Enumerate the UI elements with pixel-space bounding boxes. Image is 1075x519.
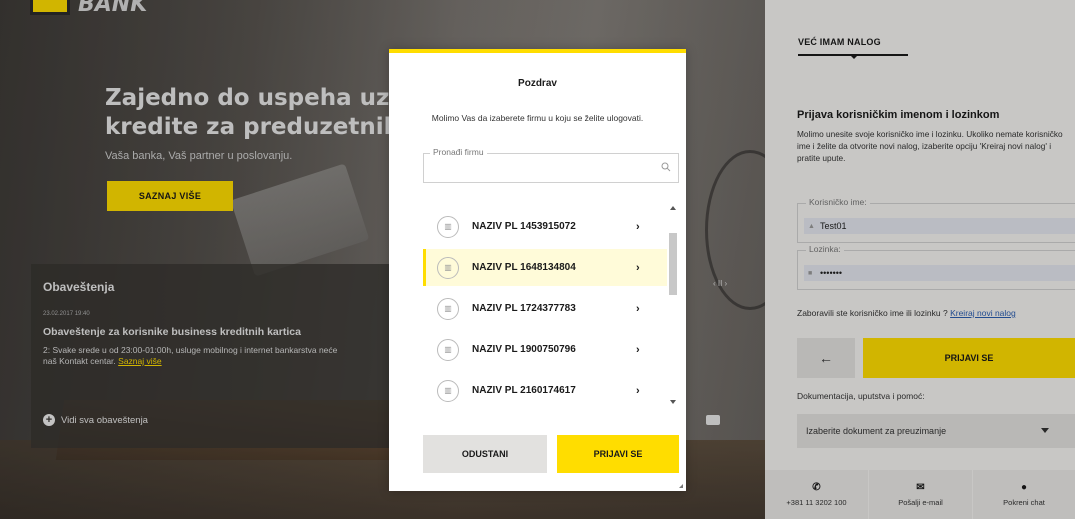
building-icon: ▥	[437, 215, 459, 238]
company-name: NAZIV PL 1724377783	[472, 303, 576, 314]
company-list: ▥ NAZIV PL 1453915072 › ▥ NAZIV PL 16481…	[423, 203, 667, 407]
company-item[interactable]: ▥ NAZIV PL 1724377783 ›	[423, 290, 667, 327]
company-item[interactable]: ▥ NAZIV PL 2160174617 ›	[423, 372, 667, 407]
chevron-right-icon: ›	[636, 261, 640, 274]
list-scrollbar[interactable]	[669, 203, 677, 407]
chevron-right-icon: ›	[636, 384, 640, 397]
company-select-dialog: Pozdrav Molimo Vas da izaberete firmu u …	[389, 49, 686, 491]
confirm-login-button[interactable]: PRIJAVI SE	[557, 435, 679, 473]
building-icon: ▥	[437, 379, 459, 402]
scroll-down-icon[interactable]	[670, 400, 676, 404]
company-name: NAZIV PL 2160174617	[472, 385, 576, 396]
chevron-right-icon: ›	[636, 343, 640, 356]
chevron-right-icon: ›	[636, 302, 640, 315]
company-name: NAZIV PL 1648134804	[472, 262, 576, 273]
cancel-button[interactable]: ODUSTANI	[423, 435, 547, 473]
company-name: NAZIV PL 1453915072	[472, 221, 576, 232]
search-icon	[661, 162, 671, 172]
building-icon: ▥	[437, 256, 459, 279]
company-search-input[interactable]: Pronađi firmu	[423, 147, 679, 183]
company-name: NAZIV PL 1900750796	[472, 344, 576, 355]
company-item-selected[interactable]: ▥ NAZIV PL 1648134804 ›	[423, 249, 667, 286]
resize-handle-icon[interactable]	[679, 484, 683, 488]
scroll-up-icon[interactable]	[670, 206, 676, 210]
building-icon: ▥	[437, 297, 459, 320]
chevron-right-icon: ›	[636, 220, 640, 233]
company-item[interactable]: ▥ NAZIV PL 1900750796 ›	[423, 331, 667, 368]
scroll-thumb[interactable]	[669, 233, 677, 295]
search-label: Pronađi firmu	[430, 147, 487, 157]
company-item[interactable]: ▥ NAZIV PL 1453915072 ›	[423, 208, 667, 245]
dialog-subtitle: Molimo Vas da izaberete firmu u koju se …	[431, 113, 644, 123]
building-icon: ▥	[437, 338, 459, 361]
dialog-title: Pozdrav	[518, 78, 557, 89]
